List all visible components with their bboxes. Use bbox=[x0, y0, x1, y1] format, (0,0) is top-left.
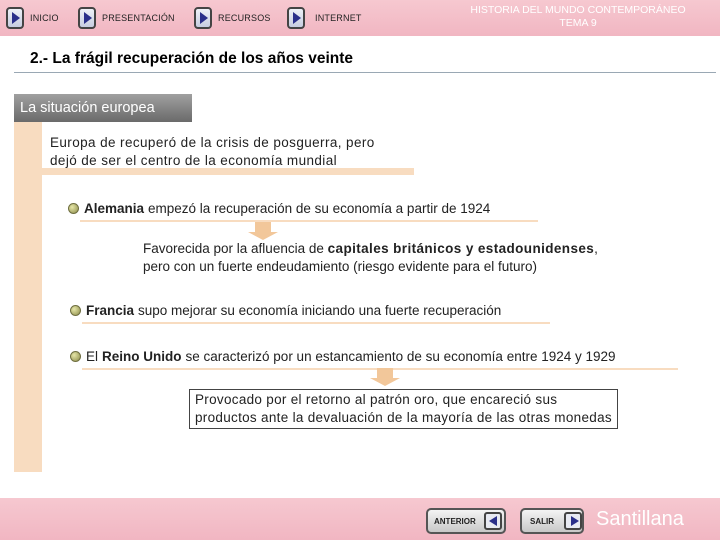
reino-unido-detail-line1: Provocado por el retorno al patrón oro, … bbox=[195, 392, 558, 407]
internet-label: INTERNET bbox=[315, 13, 362, 23]
left-decorative-band bbox=[14, 120, 42, 472]
presentacion-label: PRESENTACIÓN bbox=[102, 13, 175, 23]
anterior-label: ANTERIOR bbox=[434, 516, 476, 526]
inicio-label: INICIO bbox=[30, 13, 59, 23]
intro-text: Europa de recuperó de la crisis de posgu… bbox=[50, 134, 375, 170]
bullet-alemania: Alemania empezó la recuperación de su ec… bbox=[68, 201, 490, 216]
play-icon bbox=[6, 7, 24, 29]
salir-button[interactable]: SALIR bbox=[520, 508, 584, 534]
alemania-bold: Alemania bbox=[84, 201, 145, 216]
inicio-button[interactable]: INICIO bbox=[6, 4, 59, 32]
recursos-label: RECURSOS bbox=[218, 13, 271, 23]
play-icon bbox=[78, 7, 96, 29]
alemania-detail-line2: pero con un fuerte endeudamiento (riesgo… bbox=[143, 259, 538, 274]
salir-label: SALIR bbox=[530, 516, 554, 526]
alemania-detail-pre: Favorecida por la afluencia de bbox=[143, 241, 328, 256]
down-arrow-icon bbox=[248, 222, 278, 240]
presentacion-button[interactable]: PRESENTACIÓN bbox=[78, 4, 175, 32]
bullet-icon bbox=[70, 351, 81, 362]
alemania-detail: Favorecida por la afluencia de capitales… bbox=[143, 240, 598, 276]
alemania-underline bbox=[80, 220, 538, 222]
reino-unido-text: se caracterizó por un estancamiento de s… bbox=[185, 349, 616, 364]
internet-button[interactable]: INTERNET bbox=[287, 4, 362, 32]
course-title-line2: TEMA 9 bbox=[559, 17, 597, 29]
title-divider bbox=[14, 72, 716, 73]
intro-line2: dejó de ser el centro de la economía mun… bbox=[50, 153, 338, 168]
reino-unido-bold: Reino Unido bbox=[102, 349, 182, 364]
recursos-button[interactable]: RECURSOS bbox=[194, 4, 271, 32]
subheading: La situación europea bbox=[14, 94, 192, 122]
anterior-button[interactable]: ANTERIOR bbox=[426, 508, 506, 534]
bullet-icon bbox=[68, 203, 79, 214]
francia-text: supo mejorar su economía iniciando una f… bbox=[138, 303, 502, 318]
arrow-left-icon bbox=[483, 512, 502, 530]
santillana-logo: Santillana bbox=[596, 508, 684, 530]
play-icon bbox=[194, 7, 212, 29]
reino-unido-pre: El bbox=[86, 349, 99, 364]
alemania-detail-post: , bbox=[594, 241, 598, 256]
bullet-icon bbox=[70, 305, 81, 316]
alemania-text: empezó la recuperación de su economía a … bbox=[148, 201, 491, 216]
francia-underline bbox=[82, 322, 550, 324]
reino-unido-detail-line2: productos ante la devaluación de la mayo… bbox=[195, 410, 612, 425]
intro-line1: Europa de recuperó de la crisis de posgu… bbox=[50, 135, 375, 150]
alemania-detail-line1: Favorecida por la afluencia de capitales… bbox=[143, 240, 598, 258]
arrow-right-icon bbox=[564, 512, 582, 530]
course-title-line1: HISTORIA DEL MUNDO CONTEMPORÁNEO bbox=[470, 4, 686, 16]
play-icon bbox=[287, 7, 305, 29]
course-title: HISTORIA DEL MUNDO CONTEMPORÁNEO TEMA 9 bbox=[440, 4, 716, 30]
down-arrow-icon bbox=[370, 368, 400, 386]
alemania-detail-bold: capitales británicos y estadounidenses bbox=[327, 241, 595, 256]
bullet-francia: Francia supo mejorar su economía inician… bbox=[70, 303, 501, 318]
francia-bold: Francia bbox=[86, 303, 135, 318]
reino-unido-detail-box: Provocado por el retorno al patrón oro, … bbox=[189, 389, 618, 429]
bullet-reino-unido: El Reino Unido se caracterizó por un est… bbox=[70, 349, 616, 364]
section-title: 2.- La frágil recuperación de los años v… bbox=[30, 50, 354, 67]
